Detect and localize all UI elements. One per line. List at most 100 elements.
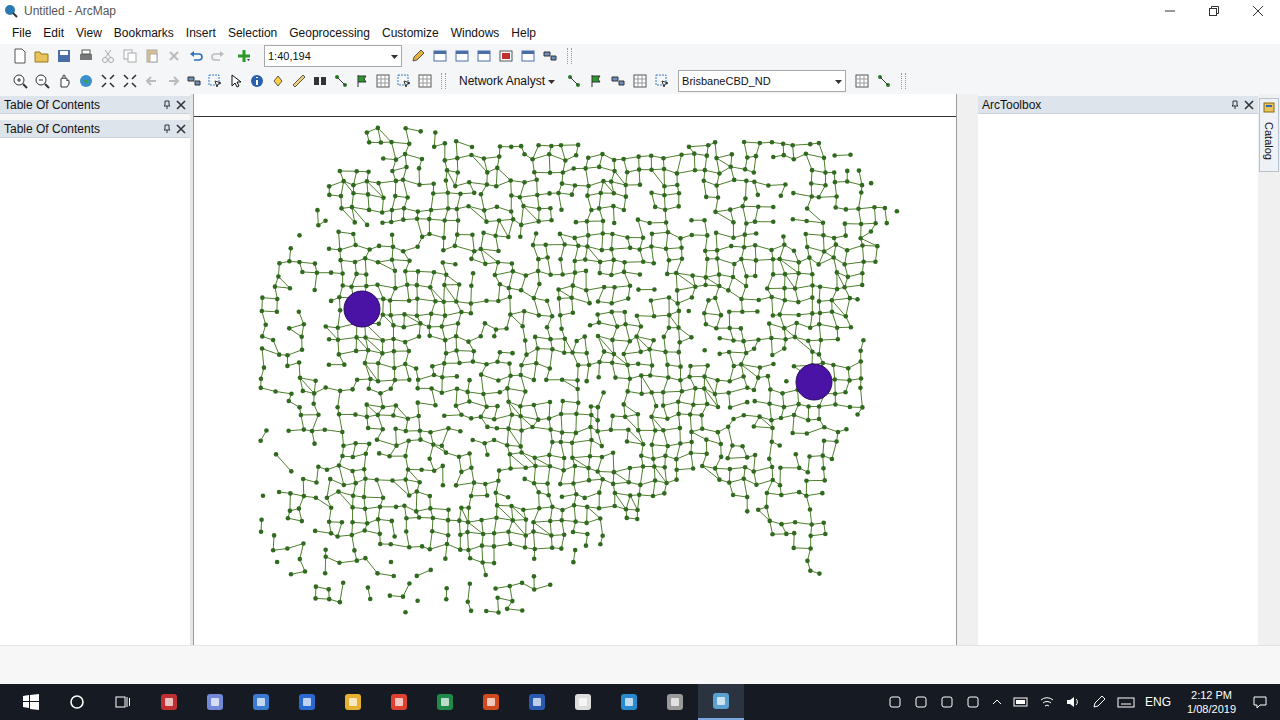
zoomin-icon[interactable] xyxy=(12,73,28,89)
tool-button[interactable] xyxy=(608,71,628,91)
del-button[interactable] xyxy=(164,46,184,66)
tool-button[interactable] xyxy=(184,71,203,91)
red-icon[interactable] xyxy=(498,48,514,64)
menu-item[interactable]: Geoprocessing xyxy=(283,24,376,42)
paste-icon[interactable] xyxy=(144,48,160,64)
win-button[interactable] xyxy=(430,46,450,66)
pan-button[interactable] xyxy=(54,71,74,91)
tool-icon[interactable] xyxy=(542,48,558,64)
flag-button[interactable] xyxy=(352,71,371,91)
red-button[interactable] xyxy=(496,46,516,66)
network-analyst-menu[interactable]: Network Analyst xyxy=(453,74,562,88)
menu-item[interactable]: Windows xyxy=(445,24,506,42)
copy-button[interactable] xyxy=(120,46,140,66)
globe-button[interactable] xyxy=(76,71,96,91)
copy-icon[interactable] xyxy=(122,48,138,64)
add-button[interactable] xyxy=(230,46,258,66)
close-button[interactable] xyxy=(1236,0,1280,22)
globe-icon[interactable] xyxy=(78,73,94,89)
close-icon[interactable] xyxy=(176,100,186,110)
del-icon[interactable] xyxy=(166,48,182,64)
full-button[interactable] xyxy=(120,71,140,91)
redo-button[interactable] xyxy=(208,46,228,66)
select-button[interactable] xyxy=(652,71,672,91)
menu-item[interactable]: File xyxy=(6,24,37,42)
pin-icon[interactable] xyxy=(162,124,172,134)
dropdown-arrow-icon[interactable] xyxy=(834,77,843,86)
menu-item[interactable]: Selection xyxy=(222,24,283,42)
find-icon[interactable] xyxy=(312,73,328,89)
print-button[interactable] xyxy=(76,46,96,66)
grid-icon[interactable] xyxy=(375,73,391,89)
full-icon[interactable] xyxy=(122,73,138,89)
restore-button[interactable] xyxy=(1192,0,1236,22)
map-canvas[interactable] xyxy=(194,117,956,645)
grid-button[interactable] xyxy=(630,71,650,91)
grid-button[interactable] xyxy=(373,71,392,91)
hyper-icon[interactable] xyxy=(270,73,286,89)
print-icon[interactable] xyxy=(78,48,94,64)
grid-icon[interactable] xyxy=(417,73,433,89)
menu-item[interactable]: Edit xyxy=(37,24,70,42)
zoomout-icon[interactable] xyxy=(34,73,50,89)
doc-icon[interactable] xyxy=(12,48,28,64)
minimize-icon[interactable] xyxy=(1165,6,1175,16)
grid-icon[interactable] xyxy=(632,73,648,89)
win-icon[interactable] xyxy=(476,48,492,64)
dropdown-arrow-icon[interactable] xyxy=(547,77,556,86)
undo-icon[interactable] xyxy=(188,48,204,64)
restore-icon[interactable] xyxy=(1209,6,1219,16)
network-dataset-combo[interactable]: BrisbaneCBD_ND xyxy=(678,70,846,92)
menu-item[interactable]: Help xyxy=(505,24,542,42)
pin-icon[interactable] xyxy=(162,100,172,110)
grid-icon[interactable] xyxy=(854,73,870,89)
cut-icon[interactable] xyxy=(100,48,116,64)
panel-header[interactable]: Table Of Contents xyxy=(0,120,190,138)
back-button[interactable] xyxy=(142,71,161,91)
scale-combo[interactable]: 1:40,194 xyxy=(264,45,402,67)
undo-button[interactable] xyxy=(186,46,206,66)
zoomin-button[interactable] xyxy=(10,71,30,91)
info-button[interactable] xyxy=(247,71,266,91)
measure-button[interactable] xyxy=(289,71,308,91)
hyper-button[interactable] xyxy=(268,71,287,91)
open-icon[interactable] xyxy=(34,48,50,64)
grid-button[interactable] xyxy=(852,71,872,91)
win-icon[interactable] xyxy=(520,48,536,64)
net-icon[interactable] xyxy=(566,73,582,89)
pan-icon[interactable] xyxy=(56,73,72,89)
paste-button[interactable] xyxy=(142,46,162,66)
redo-icon[interactable] xyxy=(210,48,226,64)
back-icon[interactable] xyxy=(144,73,160,89)
flag-button[interactable] xyxy=(586,71,606,91)
select-icon[interactable] xyxy=(654,73,670,89)
toolbar-grip[interactable] xyxy=(567,48,572,64)
scale-value[interactable]: 1:40,194 xyxy=(268,50,387,62)
select-button[interactable] xyxy=(394,71,413,91)
net-icon[interactable] xyxy=(333,73,349,89)
fwd-icon[interactable] xyxy=(165,73,181,89)
net-icon[interactable] xyxy=(876,73,892,89)
open-button[interactable] xyxy=(32,46,52,66)
doc-button[interactable] xyxy=(10,46,30,66)
menu-item[interactable]: Bookmarks xyxy=(108,24,180,42)
arrow-icon[interactable] xyxy=(228,73,244,89)
info-icon[interactable] xyxy=(249,73,265,89)
select-icon[interactable] xyxy=(207,73,223,89)
toolbar-grip[interactable] xyxy=(901,73,906,89)
dropdown-arrow-icon[interactable] xyxy=(390,52,399,61)
net-button[interactable] xyxy=(331,71,350,91)
win-icon[interactable] xyxy=(454,48,470,64)
menu-item[interactable]: View xyxy=(70,24,108,42)
add-icon[interactable] xyxy=(236,48,252,64)
tool-button[interactable] xyxy=(540,46,560,66)
zoomout-button[interactable] xyxy=(32,71,52,91)
select-button[interactable] xyxy=(205,71,224,91)
save-icon[interactable] xyxy=(56,48,72,64)
close-icon[interactable] xyxy=(176,124,186,134)
measure-icon[interactable] xyxy=(291,73,307,89)
win-button[interactable] xyxy=(518,46,538,66)
pencil-icon[interactable] xyxy=(410,48,426,64)
pencil-button[interactable] xyxy=(408,46,428,66)
flag-icon[interactable] xyxy=(354,73,370,89)
